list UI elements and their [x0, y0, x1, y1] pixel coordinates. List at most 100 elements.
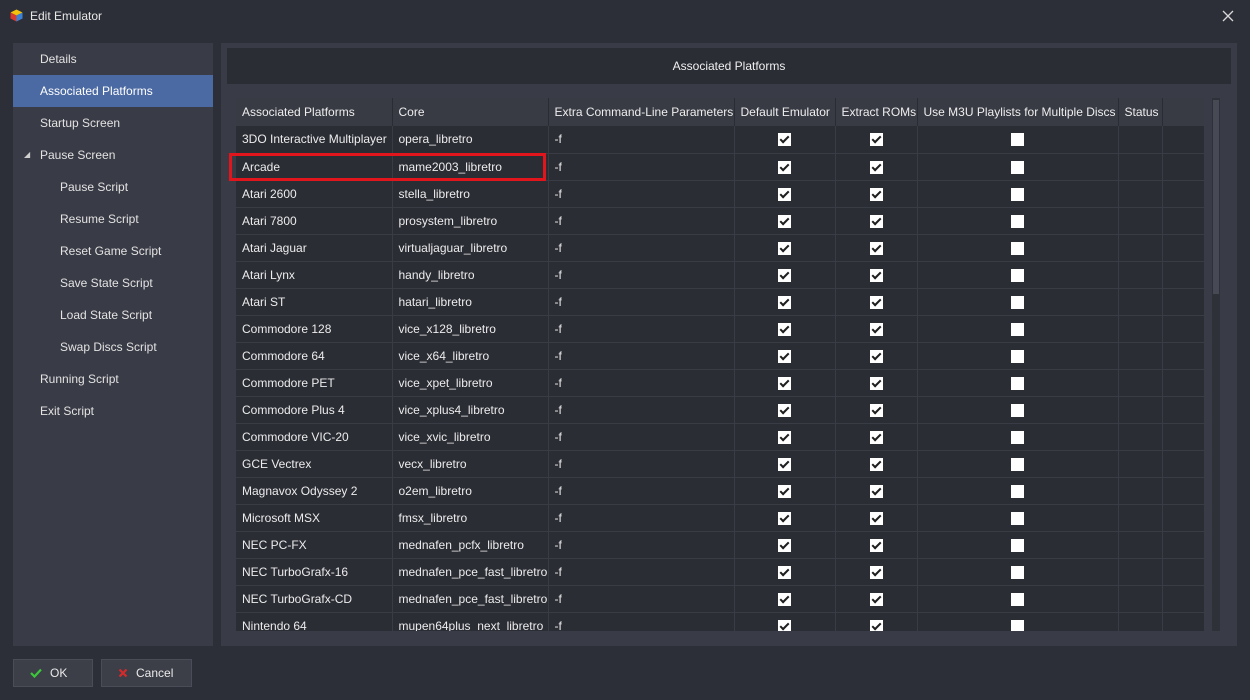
params-cell[interactable]: -f [548, 234, 735, 262]
m3u-playlist-checkbox[interactable] [1011, 592, 1024, 606]
core-cell[interactable]: prosystem_libretro [392, 207, 549, 235]
default-emulator-checkbox[interactable] [778, 241, 791, 255]
extract-roms-checkbox[interactable] [869, 538, 883, 552]
core-cell[interactable]: mednafen_pcfx_libretro [392, 531, 549, 559]
extract-roms-checkbox[interactable] [869, 403, 883, 417]
sidebar-item-reset-game-script[interactable]: Reset Game Script [13, 235, 213, 267]
sidebar-item-pause-screen[interactable]: ◢ Pause Screen [13, 139, 213, 171]
platform-cell[interactable]: Magnavox Odyssey 2 [236, 477, 393, 505]
platform-cell[interactable]: NEC TurboGrafx-CD [236, 585, 393, 613]
platform-cell[interactable]: NEC PC-FX [236, 531, 393, 559]
table-row[interactable]: Commodore 128 vice_x128_libretro -f [236, 315, 1204, 343]
extract-roms-checkbox[interactable] [869, 457, 883, 471]
m3u-playlist-checkbox[interactable] [1011, 187, 1024, 201]
default-emulator-checkbox[interactable] [778, 295, 791, 309]
status-cell[interactable] [1118, 261, 1163, 289]
m3u-playlist-checkbox[interactable] [1011, 241, 1024, 255]
params-cell[interactable]: -f [548, 423, 735, 451]
sidebar-item-running-script[interactable]: Running Script [13, 363, 213, 395]
table-row[interactable]: NEC TurboGrafx-16 mednafen_pce_fast_libre… [236, 558, 1204, 586]
platform-cell[interactable]: Commodore PET [236, 369, 393, 397]
status-cell[interactable] [1118, 234, 1163, 262]
extract-roms-checkbox[interactable] [869, 592, 883, 606]
core-cell[interactable]: o2em_libretro [392, 477, 549, 505]
params-cell[interactable]: -f [548, 261, 735, 289]
platform-cell[interactable]: Atari Lynx [236, 261, 393, 289]
params-cell[interactable]: -f [548, 126, 735, 154]
sidebar-item-exit-script[interactable]: Exit Script [13, 395, 213, 427]
extract-roms-checkbox[interactable] [869, 160, 883, 174]
params-cell[interactable]: -f [548, 369, 735, 397]
sidebar-item-pause-script[interactable]: Pause Script [13, 171, 213, 203]
core-cell[interactable]: hatari_libretro [392, 288, 549, 316]
status-cell[interactable] [1118, 585, 1163, 613]
extract-roms-checkbox[interactable] [869, 619, 883, 631]
sidebar-item-resume-script[interactable]: Resume Script [13, 203, 213, 235]
sidebar-item-details[interactable]: Details [13, 43, 213, 75]
core-cell[interactable]: vice_x128_libretro [392, 315, 549, 343]
params-cell[interactable]: -f [548, 585, 735, 613]
core-cell[interactable]: mame2003_libretro [392, 153, 549, 181]
params-cell[interactable]: -f [548, 207, 735, 235]
m3u-playlist-checkbox[interactable] [1011, 565, 1024, 579]
params-cell[interactable]: -f [548, 504, 735, 532]
core-cell[interactable]: vecx_libretro [392, 450, 549, 478]
column-header-params[interactable]: Extra Command-Line Parameters [548, 98, 735, 126]
m3u-playlist-checkbox[interactable] [1011, 403, 1024, 417]
default-emulator-checkbox[interactable] [778, 160, 791, 174]
params-cell[interactable]: -f [548, 342, 735, 370]
params-cell[interactable]: -f [548, 558, 735, 586]
platform-cell[interactable]: Commodore 128 [236, 315, 393, 343]
extract-roms-checkbox[interactable] [869, 187, 883, 201]
status-cell[interactable] [1118, 450, 1163, 478]
status-cell[interactable] [1118, 612, 1163, 631]
params-cell[interactable]: -f [548, 396, 735, 424]
core-cell[interactable]: handy_libretro [392, 261, 549, 289]
status-cell[interactable] [1118, 153, 1163, 181]
table-row[interactable]: NEC PC-FX mednafen_pcfx_libretro -f [236, 531, 1204, 559]
core-cell[interactable]: vice_x64_libretro [392, 342, 549, 370]
table-row[interactable]: Atari Lynx handy_libretro -f [236, 261, 1204, 289]
m3u-playlist-checkbox[interactable] [1011, 619, 1024, 631]
platform-cell[interactable]: Arcade [236, 153, 393, 181]
sidebar-item-startup-screen[interactable]: Startup Screen [13, 107, 213, 139]
params-cell[interactable]: -f [548, 180, 735, 208]
caret-expanded-icon[interactable]: ◢ [24, 139, 30, 171]
m3u-playlist-checkbox[interactable] [1011, 322, 1024, 336]
table-row[interactable]: Atari ST hatari_libretro -f [236, 288, 1204, 316]
params-cell[interactable]: -f [548, 450, 735, 478]
extract-roms-checkbox[interactable] [869, 511, 883, 525]
default-emulator-checkbox[interactable] [778, 430, 791, 444]
extract-roms-checkbox[interactable] [869, 241, 883, 255]
default-emulator-checkbox[interactable] [778, 349, 791, 363]
scrollbar-thumb[interactable] [1213, 100, 1219, 294]
table-row[interactable]: Magnavox Odyssey 2 o2em_libretro -f [236, 477, 1204, 505]
status-cell[interactable] [1118, 477, 1163, 505]
status-cell[interactable] [1118, 315, 1163, 343]
default-emulator-checkbox[interactable] [778, 214, 791, 228]
params-cell[interactable]: -f [548, 153, 735, 181]
extract-roms-checkbox[interactable] [869, 214, 883, 228]
core-cell[interactable]: vice_xvic_libretro [392, 423, 549, 451]
status-cell[interactable] [1118, 504, 1163, 532]
core-cell[interactable]: mupen64plus_next_libretro [392, 612, 549, 631]
m3u-playlist-checkbox[interactable] [1011, 430, 1024, 444]
m3u-playlist-checkbox[interactable] [1011, 214, 1024, 228]
cancel-button[interactable]: Cancel [101, 659, 192, 687]
extract-roms-checkbox[interactable] [869, 565, 883, 579]
table-row[interactable]: Microsoft MSX fmsx_libretro -f [236, 504, 1204, 532]
m3u-playlist-checkbox[interactable] [1011, 133, 1024, 147]
default-emulator-checkbox[interactable] [778, 376, 791, 390]
extract-roms-checkbox[interactable] [869, 295, 883, 309]
table-row[interactable]: 3DO Interactive Multiplayer opera_libretr… [236, 126, 1204, 154]
default-emulator-checkbox[interactable] [778, 403, 791, 417]
status-cell[interactable] [1118, 180, 1163, 208]
core-cell[interactable]: fmsx_libretro [392, 504, 549, 532]
core-cell[interactable]: vice_xpet_libretro [392, 369, 549, 397]
extract-roms-checkbox[interactable] [869, 133, 883, 147]
platform-cell[interactable]: Commodore 64 [236, 342, 393, 370]
platform-cell[interactable]: GCE Vectrex [236, 450, 393, 478]
extract-roms-checkbox[interactable] [869, 430, 883, 444]
table-row[interactable]: NEC TurboGrafx-CD mednafen_pce_fast_libre… [236, 585, 1204, 613]
m3u-playlist-checkbox[interactable] [1011, 268, 1024, 282]
